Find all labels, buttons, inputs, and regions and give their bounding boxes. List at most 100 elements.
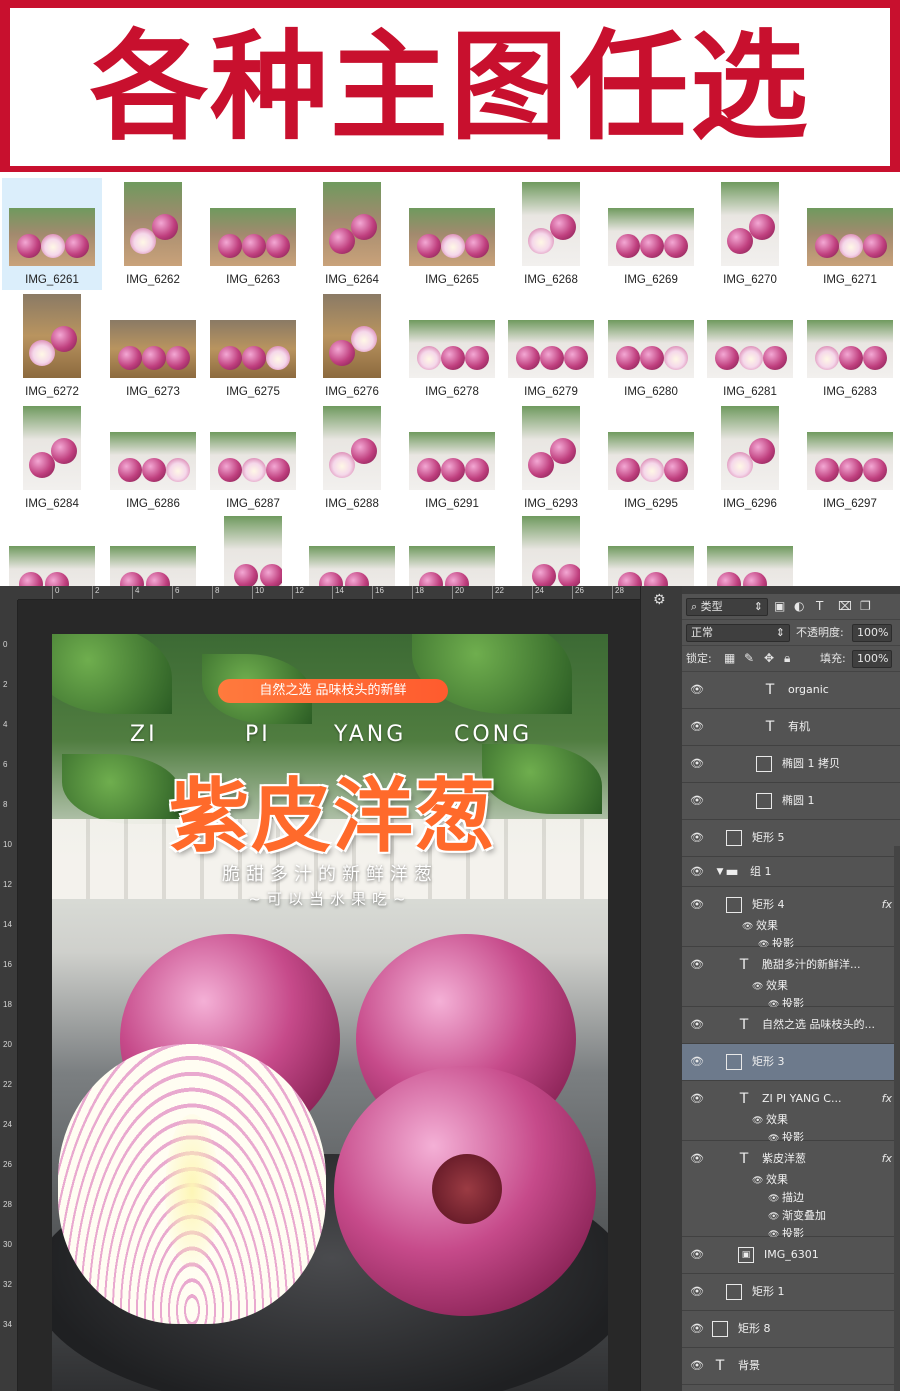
effect-eye-icon[interactable]: 👁︎ <box>768 1210 782 1224</box>
thumbnail-item[interactable]: IMG_6287 <box>203 402 303 514</box>
layer-name[interactable]: 椭圆 1 <box>782 793 874 809</box>
layer-name[interactable]: 有机 <box>788 719 874 735</box>
filter-text-icon[interactable]: T <box>816 599 823 613</box>
visibility-eye-icon[interactable]: 👁︎ <box>690 1055 704 1069</box>
thumbnail-item[interactable]: IMG_6264 <box>302 178 402 290</box>
thumbnail-item[interactable]: IMG_6276 <box>302 290 402 402</box>
layer-row[interactable]: 👁︎ T 有机 <box>682 709 900 746</box>
visibility-eye-icon[interactable]: 👁︎ <box>690 794 704 808</box>
layer-row[interactable]: 👁︎ 矩形 3 <box>682 1044 900 1081</box>
layer-row[interactable]: 👁︎ T ZI PI YANG C... fx 👁︎ 效果 👁︎ 投影 <box>682 1081 900 1144</box>
lock-transparent-icon[interactable]: ▦ <box>724 651 735 665</box>
layer-row[interactable]: 👁︎ 椭圆 1 拷贝 <box>682 746 900 783</box>
layer-row[interactable]: 👁︎ 矩形 8 <box>682 1311 900 1348</box>
thumbnail-item[interactable]: IMG_6268 <box>501 178 601 290</box>
thumbnail-item[interactable]: IMG_6293 <box>501 402 601 514</box>
layer-row[interactable]: 👁︎ T 紫皮洋葱 fx 👁︎ 效果 👁︎ 描边 👁︎ 渐变叠加 👁︎ 投影 <box>682 1141 900 1240</box>
thumbnail-item[interactable]: IMG_6261 <box>2 178 102 290</box>
effect-eye-icon[interactable]: 👁︎ <box>752 980 766 994</box>
thumbnail-item[interactable]: IMG_6284 <box>2 402 102 514</box>
layer-name[interactable]: 矩形 3 <box>752 1054 874 1070</box>
filter-shape-icon[interactable]: ⌧ <box>838 599 852 613</box>
thumbnail-item[interactable]: IMG_6283 <box>800 290 900 402</box>
layer-row[interactable]: 👁︎ ▼ ▬ 组 1 <box>682 857 900 887</box>
thumbnail-item[interactable]: IMG_6286 <box>103 402 203 514</box>
layer-name[interactable]: 背景 <box>738 1358 874 1374</box>
thumbnail-item[interactable]: IMG_6291 <box>402 402 502 514</box>
visibility-eye-icon[interactable]: 👁︎ <box>690 1359 704 1373</box>
layer-row[interactable]: 👁︎ T 自然之选 品味枝头的... <box>682 1007 900 1044</box>
visibility-eye-icon[interactable]: 👁︎ <box>690 683 704 697</box>
fill-field[interactable]: 100% <box>852 650 892 668</box>
thumbnail-item[interactable]: IMG_6275 <box>203 290 303 402</box>
effects-group[interactable]: 👁︎ 效果 <box>752 979 788 994</box>
layer-row[interactable]: 👁︎ T 背景 <box>682 1348 900 1385</box>
layers-scrollbar[interactable] <box>894 846 900 1391</box>
visibility-eye-icon[interactable]: 👁︎ <box>690 1152 704 1166</box>
lock-all-icon[interactable]: 🔒︎ <box>784 651 790 666</box>
visibility-eye-icon[interactable]: 👁︎ <box>690 720 704 734</box>
thumbnail-item[interactable]: IMG_6281 <box>700 290 800 402</box>
layer-name[interactable]: 椭圆 1 拷贝 <box>782 756 874 772</box>
layer-name[interactable]: 脆甜多汁的新鲜洋... <box>762 957 874 973</box>
filter-pixel-icon[interactable]: ▣ <box>774 599 785 613</box>
visibility-eye-icon[interactable]: 👁︎ <box>690 1092 704 1106</box>
thumbnail-item[interactable]: IMG_6288 <box>302 402 402 514</box>
thumbnail-item[interactable]: IMG_6270 <box>700 178 800 290</box>
thumbnail-item-partial[interactable] <box>402 512 502 586</box>
visibility-eye-icon[interactable]: 👁︎ <box>690 1248 704 1262</box>
fx-badge[interactable]: fx <box>882 1091 892 1107</box>
visibility-eye-icon[interactable]: 👁︎ <box>690 831 704 845</box>
layer-name[interactable]: 自然之选 品味枝头的... <box>762 1017 874 1033</box>
layer-name[interactable]: 紫皮洋葱 <box>762 1151 874 1167</box>
lock-move-icon[interactable]: ✥ <box>764 651 774 665</box>
effects-group[interactable]: 👁︎ 效果 <box>752 1173 788 1188</box>
layer-name[interactable]: organic <box>788 682 874 698</box>
layer-row[interactable]: 👁︎ 矩形 5 <box>682 820 900 857</box>
thumbnail-item-partial[interactable] <box>2 512 102 586</box>
layer-name[interactable]: 矩形 8 <box>738 1321 874 1337</box>
thumbnail-item-partial[interactable] <box>501 512 601 586</box>
layer-name[interactable]: IMG_6301 <box>764 1247 874 1263</box>
layer-row[interactable]: 👁︎ 矩形 4 fx 👁︎ 效果 👁︎ 投影 <box>682 887 900 950</box>
layer-name[interactable]: 矩形 1 <box>752 1284 874 1300</box>
visibility-eye-icon[interactable]: 👁︎ <box>690 1322 704 1336</box>
thumbnail-item-partial[interactable] <box>700 512 800 586</box>
thumbnail-item[interactable]: IMG_6297 <box>800 402 900 514</box>
layer-row[interactable]: 👁︎ ▣ IMG_6301 <box>682 1237 900 1274</box>
effects-group[interactable]: 👁︎ 效果 <box>742 919 778 934</box>
layer-row[interactable]: 👁︎ T 脆甜多汁的新鲜洋... 👁︎ 效果 👁︎ 投影 <box>682 947 900 1010</box>
effect-eye-icon[interactable]: 👁︎ <box>742 920 756 934</box>
visibility-eye-icon[interactable]: 👁︎ <box>690 1018 704 1032</box>
visibility-eye-icon[interactable]: 👁︎ <box>690 757 704 771</box>
layer-name[interactable]: ZI PI YANG C... <box>762 1091 874 1107</box>
layer-row[interactable]: 👁︎ 椭圆 1 <box>682 783 900 820</box>
thumbnail-item[interactable]: IMG_6279 <box>501 290 601 402</box>
effect-item[interactable]: 👁︎ 描边 <box>768 1191 804 1206</box>
blend-mode-select[interactable]: 正常 ⇕ <box>686 624 790 642</box>
lock-paint-icon[interactable]: ✎ <box>744 651 754 665</box>
visibility-eye-icon[interactable]: 👁︎ <box>690 865 704 879</box>
thumbnail-item[interactable]: IMG_6271 <box>800 178 900 290</box>
thumbnail-item[interactable]: IMG_6280 <box>601 290 701 402</box>
layer-row[interactable]: 👁︎ 矩形 1 <box>682 1274 900 1311</box>
thumbnail-item-partial[interactable] <box>203 512 303 586</box>
thumbnail-item[interactable]: IMG_6296 <box>700 402 800 514</box>
effect-eye-icon[interactable]: 👁︎ <box>752 1174 766 1188</box>
visibility-eye-icon[interactable]: 👁︎ <box>690 1285 704 1299</box>
thumbnail-item[interactable]: IMG_6295 <box>601 402 701 514</box>
thumbnail-item-partial[interactable] <box>601 512 701 586</box>
layer-name[interactable]: 组 1 <box>750 864 874 880</box>
effect-eye-icon[interactable]: 👁︎ <box>768 1192 782 1206</box>
effect-item[interactable]: 👁︎ 渐变叠加 <box>768 1209 826 1224</box>
thumbnail-item-partial[interactable] <box>302 512 402 586</box>
fx-badge[interactable]: fx <box>882 1151 892 1167</box>
effects-group[interactable]: 👁︎ 效果 <box>752 1113 788 1128</box>
filter-adjustment-icon[interactable]: ◐ <box>794 599 804 613</box>
thumbnail-item[interactable]: IMG_6272 <box>2 290 102 402</box>
filter-kind-select[interactable]: ⌕ 类型 ⇕ <box>686 598 768 616</box>
brush-settings-icon[interactable]: ⚙ <box>653 592 666 608</box>
visibility-eye-icon[interactable]: 👁︎ <box>690 898 704 912</box>
thumbnail-item[interactable]: IMG_6269 <box>601 178 701 290</box>
panel-tab-bar[interactable] <box>682 586 900 594</box>
